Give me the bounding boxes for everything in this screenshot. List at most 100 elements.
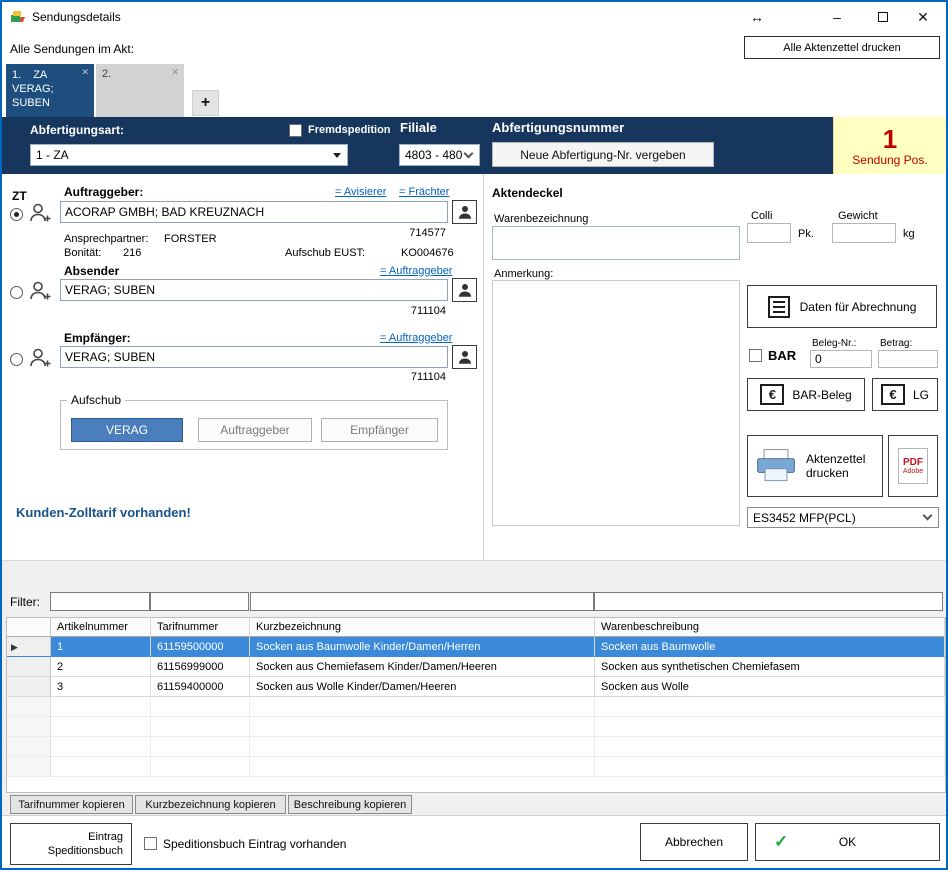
empfaenger-person-button[interactable] [452, 345, 477, 369]
fremdspedition-checkbox[interactable] [289, 124, 302, 137]
cell-artikelnummer[interactable]: 2 [51, 657, 151, 677]
aufschub-auftraggeber-button[interactable]: Auftraggeber [198, 418, 312, 442]
cell-artikelnummer[interactable]: 3 [51, 677, 151, 697]
tab-sendung-1[interactable]: 1.ZA VERAG; SUBEN ✕ [6, 64, 94, 117]
lg-button[interactable]: € LG [872, 378, 938, 411]
filter-artikelnummer-input[interactable] [50, 592, 150, 611]
tarifnummer-kopieren-button[interactable]: Tarifnummer kopieren [10, 795, 133, 814]
speditionsbuch-label-line1: Eintrag [11, 830, 123, 844]
pdf-button[interactable]: PDF Adobe [888, 435, 938, 497]
auftraggeber-id: 714577 [401, 227, 446, 239]
beleg-nr-input[interactable] [810, 350, 872, 368]
avisierer-link[interactable]: = Avisierer [335, 186, 386, 198]
absender-input[interactable] [60, 279, 448, 301]
row-pointer-icon: ▶ [11, 642, 18, 652]
aufschub-verag-button[interactable]: VERAG [71, 418, 183, 442]
resize-icon[interactable]: ↔ [740, 2, 774, 32]
warenbezeichnung-input[interactable] [492, 226, 740, 260]
bar-beleg-button[interactable]: € BAR-Beleg [747, 378, 865, 411]
add-person-icon[interactable] [28, 201, 52, 225]
add-person-icon[interactable] [28, 279, 52, 303]
col-tarifnummer[interactable]: Tarifnummer [151, 618, 250, 637]
abbrechen-button[interactable]: Abbrechen [640, 823, 748, 861]
speditionsbuch-checkbox[interactable] [144, 837, 157, 850]
kurzbezeichnung-kopieren-button[interactable]: Kurzbezeichnung kopieren [135, 795, 286, 814]
gewicht-label: Gewicht [838, 210, 878, 222]
anmerkung-textarea[interactable] [492, 280, 740, 526]
filter-kurzbezeichnung-input[interactable] [250, 592, 594, 611]
cell-warenbeschreibung[interactable]: Socken aus Wolle [595, 677, 945, 697]
sendung-pos-label: Sendung Pos. [852, 153, 927, 167]
absender-person-button[interactable] [452, 278, 477, 302]
row-header-column [7, 618, 51, 637]
cell-kurzbezeichnung[interactable]: Socken aus Wolle Kinder/Damen/Heeren [250, 677, 595, 697]
filter-tarifnummer-input[interactable] [150, 592, 249, 611]
euro-icon: € [881, 384, 905, 405]
cell-kurzbezeichnung[interactable]: Socken aus Baumwolle Kinder/Damen/Herren [250, 637, 595, 657]
tab1-line1: VERAG; [12, 82, 88, 96]
tab-sendung-2[interactable]: 2. ✕ [96, 64, 184, 117]
gewicht-input[interactable] [832, 223, 896, 243]
minimize-button[interactable]: – [820, 2, 854, 32]
neue-abfertigungsnummer-button[interactable]: Neue Abfertigung-Nr. vergeben [492, 142, 714, 167]
printer-select[interactable]: ES3452 MFP(PCL) [747, 507, 939, 528]
colli-input[interactable] [747, 223, 791, 243]
cell-kurzbezeichnung[interactable]: Socken aus Chemiefasem Kinder/Damen/Heer… [250, 657, 595, 677]
tab1-close-icon[interactable]: ✕ [81, 67, 89, 78]
auftraggeber-person-button[interactable] [452, 200, 477, 224]
abrechnung-button-label: Daten für Abrechnung [800, 300, 917, 314]
grid-row-2[interactable]: 2 61156999000 Socken aus Chemiefasem Kin… [7, 657, 945, 677]
abfertigungsart-select[interactable]: 1 - ZA [30, 144, 348, 166]
empfaenger-auftraggeber-link[interactable]: = Auftraggeber [380, 332, 452, 344]
sendungen-im-akt-label: Alle Sendungen im Akt: [10, 42, 134, 56]
bar-checkbox[interactable] [749, 349, 762, 362]
grid-header-row: Artikelnummer Tarifnummer Kurzbezeichnun… [7, 618, 945, 637]
warenbezeichnung-label: Warenbezeichnung [494, 213, 588, 225]
empfaenger-input[interactable] [60, 346, 448, 368]
grid-row-1[interactable]: ▶ 1 61159500000 Socken aus Baumwolle Kin… [7, 637, 945, 657]
beschreibung-kopieren-button[interactable]: Beschreibung kopieren [288, 795, 412, 814]
eintrag-speditionsbuch-button[interactable]: Eintrag Speditionsbuch [10, 823, 132, 865]
anmerkung-label: Anmerkung: [494, 268, 553, 280]
ok-button[interactable]: ✓ OK [755, 823, 940, 861]
chevron-down-icon [923, 511, 933, 521]
col-kurzbezeichnung[interactable]: Kurzbezeichnung [250, 618, 595, 637]
cell-warenbeschreibung[interactable]: Socken aus Baumwolle [595, 637, 945, 657]
sendung-pos-number: 1 [883, 125, 897, 153]
aufschub-empfaenger-button[interactable]: Empfänger [321, 418, 438, 442]
grid-row-3[interactable]: 3 61159400000 Socken aus Wolle Kinder/Da… [7, 677, 945, 697]
chevron-down-icon [464, 148, 474, 158]
fraechter-link[interactable]: = Frächter [399, 186, 449, 198]
maximize-button[interactable] [866, 2, 900, 32]
cell-tarifnummer[interactable]: 61156999000 [151, 657, 250, 677]
auftraggeber-radio[interactable] [10, 208, 23, 221]
close-button[interactable]: ✕ [906, 2, 940, 32]
auftraggeber-input[interactable] [60, 201, 448, 223]
aufschub-eust-label: Aufschub EUST: [285, 247, 365, 259]
empfaenger-radio[interactable] [10, 353, 23, 366]
aufschub-group: Aufschub VERAG Auftraggeber Empfänger [60, 400, 448, 450]
abfertigungsart-value: 1 - ZA [31, 148, 333, 162]
aktenzettel-drucken-button[interactable]: Aktenzettel drucken [747, 435, 883, 497]
speditionsbuch-label-line2: Speditionsbuch [11, 844, 123, 858]
tab2-close-icon[interactable]: ✕ [171, 67, 179, 78]
add-tab-button[interactable]: + [192, 90, 219, 116]
filiale-select[interactable]: 4803 - 480 [399, 144, 480, 166]
alle-aktenzettel-drucken-button[interactable]: Alle Aktenzettel drucken [744, 36, 940, 59]
daten-fuer-abrechnung-button[interactable]: Daten für Abrechnung [747, 285, 937, 328]
col-artikelnummer[interactable]: Artikelnummer [51, 618, 151, 637]
cell-artikelnummer[interactable]: 1 [51, 637, 151, 657]
maximize-icon [878, 12, 888, 22]
zt-label: ZT [12, 189, 27, 203]
speditionsbuch-checkbox-label: Speditionsbuch Eintrag vorhanden [163, 837, 346, 851]
absender-radio[interactable] [10, 286, 23, 299]
col-warenbeschreibung[interactable]: Warenbeschreibung [595, 618, 945, 637]
cell-warenbeschreibung[interactable]: Socken aus synthetischen Chemiefasem [595, 657, 945, 677]
add-person-icon[interactable] [28, 346, 52, 370]
betrag-input[interactable] [878, 350, 938, 368]
cell-tarifnummer[interactable]: 61159400000 [151, 677, 250, 697]
absender-auftraggeber-link[interactable]: = Auftraggeber [380, 265, 452, 277]
filter-warenbeschreibung-input[interactable] [594, 592, 943, 611]
cell-tarifnummer[interactable]: 61159500000 [151, 637, 250, 657]
kunden-zolltarif-note: Kunden-Zolltarif vorhanden! [16, 505, 191, 520]
